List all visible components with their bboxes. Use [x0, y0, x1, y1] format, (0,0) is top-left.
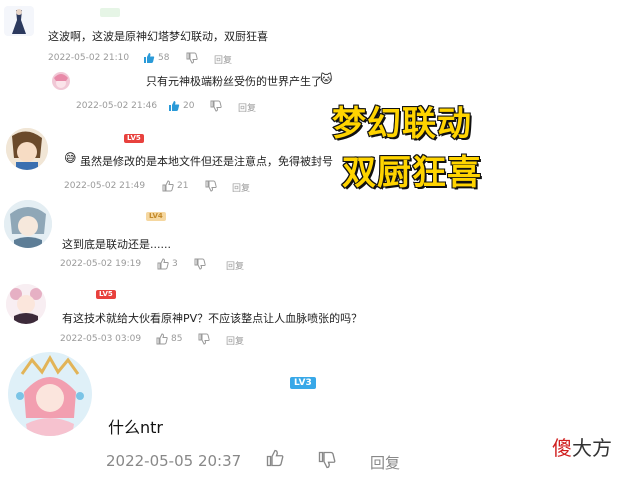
comment-date: 2022-05-02 19:19: [60, 259, 142, 269]
avatar[interactable]: [6, 284, 46, 324]
thumbs-down-icon[interactable]: [205, 180, 217, 192]
level-badge: [100, 8, 120, 17]
reply-button[interactable]: 回复: [238, 101, 256, 114]
reply-button[interactable]: 回复: [370, 452, 400, 473]
comment-text: 只有元神极端粉丝受伤的世界产生了: [146, 75, 322, 88]
thumbs-down-icon[interactable]: [194, 258, 206, 270]
thumbs-down-icon[interactable]: [318, 451, 336, 469]
comment-date: 2022-05-02 21:46: [76, 101, 158, 111]
overlay-title-line2: 双厨狂喜: [341, 152, 482, 194]
comment-date: 2022-05-03 03:09: [60, 334, 142, 344]
thumbs-up-icon[interactable]: [143, 52, 155, 64]
like-count: 21: [177, 181, 189, 191]
watermark: 傻大方: [552, 432, 612, 461]
watermark-text: 大方: [572, 436, 612, 460]
avatar[interactable]: [8, 352, 92, 436]
thumbs-up-icon[interactable]: [266, 449, 284, 467]
reply-button[interactable]: 回复: [226, 259, 244, 272]
thumbs-up-icon[interactable]: [157, 258, 169, 270]
comment-text: 这到底是联动还是......: [62, 238, 171, 251]
comment-date: 2022-05-05 20:37: [106, 452, 242, 470]
comment-date: 2022-05-02 21:10: [48, 53, 130, 63]
level-badge: LV5: [124, 134, 144, 143]
like-count: 3: [172, 259, 178, 269]
like-count: 20: [183, 101, 195, 111]
thumbs-up-icon[interactable]: [162, 180, 174, 192]
reply-button[interactable]: 回复: [232, 181, 250, 194]
comment-text: 虽然是修改的是本地文件但还是注意点，免得被封号: [80, 155, 333, 168]
emoji-face-icon: 😅: [64, 151, 77, 165]
like-count: 58: [158, 53, 170, 63]
level-badge: LV3: [290, 377, 316, 389]
avatar[interactable]: [6, 128, 48, 170]
cat-emoji-icon: 🐱: [320, 72, 333, 86]
reply-button[interactable]: 回复: [214, 53, 232, 66]
level-badge: LV4: [146, 212, 166, 221]
comment-text: 这波啊，这波是原神幻塔梦幻联动，双厨狂喜: [48, 30, 268, 43]
thumbs-down-icon[interactable]: [198, 333, 210, 345]
thumbs-down-icon[interactable]: [210, 100, 222, 112]
overlay-title-line1: 梦幻联动: [331, 103, 472, 145]
watermark-accent: 傻: [552, 436, 572, 460]
thumbs-up-icon[interactable]: [156, 333, 168, 345]
thumbs-down-icon[interactable]: [186, 52, 198, 64]
comment-date: 2022-05-02 21:49: [64, 181, 146, 191]
reply-button[interactable]: 回复: [226, 334, 244, 347]
like-count: 85: [171, 334, 183, 344]
avatar[interactable]: [4, 200, 52, 248]
level-badge: LV5: [96, 290, 116, 299]
avatar[interactable]: [52, 72, 70, 90]
avatar[interactable]: [4, 6, 34, 36]
comment-text: 有这技术就给大伙看原神PV？不应该整点让人血脉喷张的吗？: [62, 312, 363, 325]
comment-text: 什么ntr: [108, 418, 163, 437]
thumbs-up-icon[interactable]: [168, 100, 180, 112]
